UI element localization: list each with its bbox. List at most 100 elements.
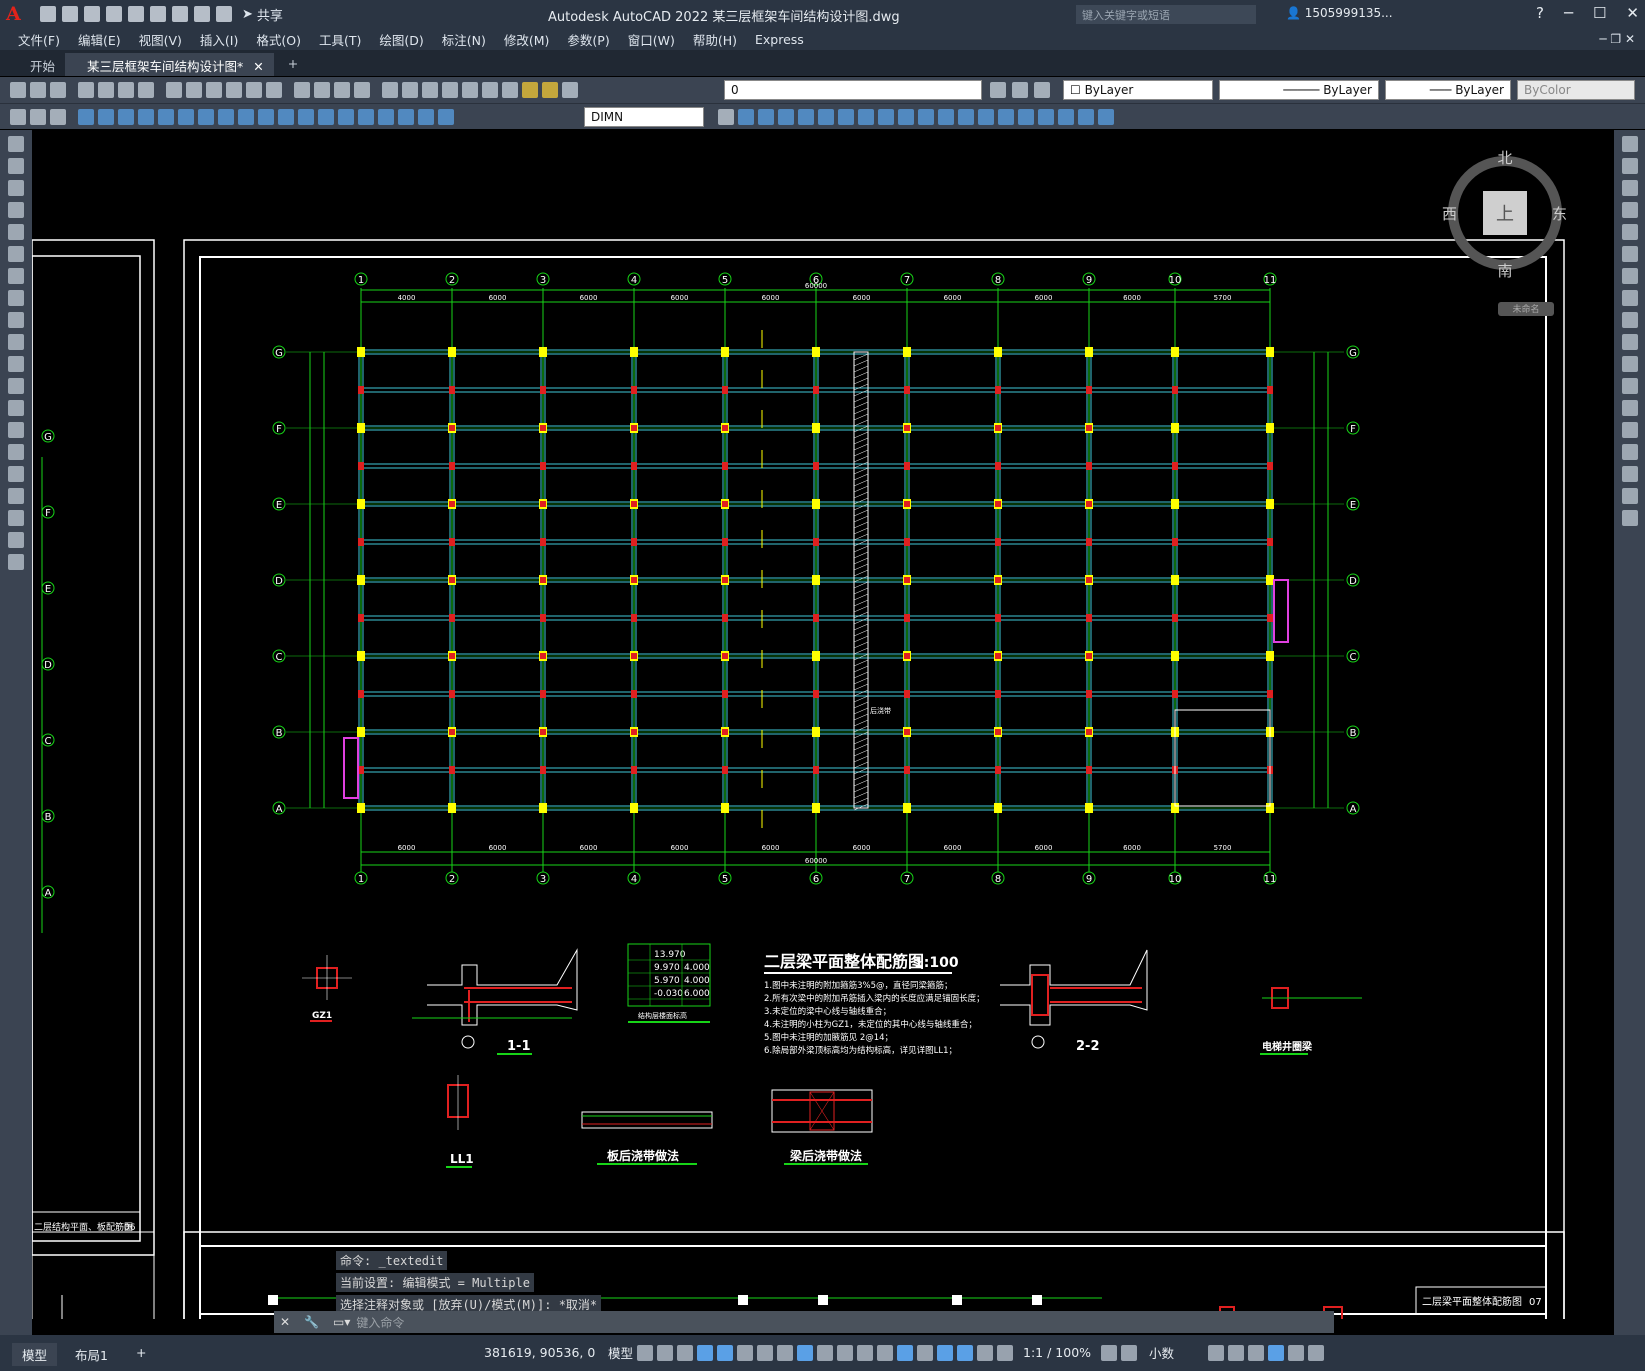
circle-icon[interactable] [8, 268, 24, 284]
customize-status-icon[interactable] [1308, 1344, 1325, 1361]
dim-update-icon[interactable] [718, 108, 734, 125]
command-input[interactable]: ✕ 🔧 ▭▾ 键入命令 [274, 1311, 1334, 1333]
clean-screen-icon[interactable] [1288, 1344, 1305, 1361]
preview-icon[interactable] [98, 82, 114, 98]
dim-continue-icon[interactable] [278, 108, 294, 125]
ellipse-icon[interactable] [8, 334, 24, 350]
gradient-icon[interactable] [8, 466, 24, 482]
modify-join-icon[interactable] [978, 108, 994, 125]
dynamic-ucs-icon[interactable] [897, 1344, 914, 1361]
save-as-icon[interactable] [106, 6, 122, 22]
trim-icon[interactable] [1621, 334, 1638, 350]
customize-icon[interactable]: 🔧 [304, 1315, 319, 1329]
autocad-logo-icon[interactable]: A [6, 3, 28, 25]
chamfer-icon[interactable] [1621, 444, 1638, 460]
annotation-visibility-icon[interactable] [957, 1344, 974, 1361]
modify-rotate-icon[interactable] [858, 108, 874, 125]
properties-icon[interactable] [382, 82, 398, 98]
modify-stretch-icon[interactable] [898, 108, 914, 125]
dim-diameter-icon[interactable] [198, 108, 214, 125]
mtext-icon[interactable] [8, 532, 24, 548]
lineweight-dropdown[interactable]: ─── ByLayer [1385, 80, 1511, 100]
drawing-canvas[interactable]: 二层结构平面、板配筋图 06 GFEDCBA 二层梁平面整体配筋图 07 112… [31, 130, 1614, 1351]
close-tab-icon[interactable]: ✕ [253, 59, 263, 74]
viewcube-east[interactable]: 东 [1552, 205, 1567, 223]
modify-break-icon[interactable] [958, 108, 974, 125]
open-icon[interactable] [30, 82, 46, 98]
scale-icon[interactable] [1621, 290, 1638, 306]
dim-angular-icon[interactable] [218, 108, 234, 125]
open-icon[interactable] [62, 6, 78, 22]
undo-icon[interactable] [194, 6, 210, 22]
dim-ordinate-icon[interactable] [138, 108, 154, 125]
layer-prev-icon[interactable] [1034, 82, 1050, 98]
modify-chamfer-icon[interactable] [998, 108, 1014, 125]
mirror-icon[interactable] [1621, 180, 1638, 196]
add-selected-icon[interactable] [8, 554, 24, 570]
dim-break-icon[interactable] [318, 108, 334, 125]
arc-icon[interactable] [8, 246, 24, 262]
calc-icon[interactable] [482, 82, 498, 98]
tab-start[interactable]: 开始 [0, 53, 65, 76]
layer-prop-icon[interactable] [990, 82, 1006, 98]
inspection-icon[interactable] [378, 108, 394, 125]
modify-spline-icon[interactable] [1078, 108, 1094, 125]
menu-item[interactable]: 文件(F) [18, 30, 60, 49]
make-block-icon[interactable] [8, 400, 24, 416]
wcs-menu[interactable]: 未命名 [1498, 302, 1554, 316]
selection-filter-icon[interactable] [917, 1344, 934, 1361]
plotstyle-dropdown[interactable]: ByColor [1517, 80, 1635, 100]
erase-icon[interactable] [1621, 136, 1638, 152]
pan-icon[interactable] [294, 82, 310, 98]
modify-offset-icon[interactable] [798, 108, 814, 125]
layer-bulb-icon[interactable] [522, 82, 538, 98]
tab-model[interactable]: 模型 [12, 1343, 58, 1366]
open-web-icon[interactable] [128, 6, 144, 22]
insert-block-icon[interactable] [8, 378, 24, 394]
modify-trim-icon[interactable] [918, 108, 934, 125]
3dosnap-icon[interactable] [877, 1344, 894, 1361]
new-icon[interactable] [40, 6, 56, 22]
undo-icon[interactable] [246, 82, 262, 98]
save-web-icon[interactable] [150, 6, 166, 22]
copy-icon[interactable] [186, 82, 202, 98]
modify-explode-icon[interactable] [1038, 108, 1054, 125]
quick-properties-icon[interactable] [1208, 1344, 1225, 1361]
menu-item[interactable]: 视图(V) [139, 30, 182, 49]
xline-icon[interactable] [8, 158, 24, 174]
lock-ui-icon[interactable] [1228, 1344, 1245, 1361]
dim-linear-icon[interactable] [78, 108, 94, 125]
osnap-icon[interactable] [797, 1344, 814, 1361]
center-mark-icon[interactable] [358, 108, 374, 125]
tolerance-icon[interactable] [338, 108, 354, 125]
offset-icon[interactable] [1621, 202, 1638, 218]
annotation-scale[interactable]: 1:1 / 100% [1023, 1345, 1091, 1360]
fillet-icon[interactable] [1621, 466, 1638, 482]
table-icon[interactable] [8, 510, 24, 526]
close-command-icon[interactable]: ✕ [280, 1315, 290, 1329]
hatch-icon[interactable] [8, 444, 24, 460]
modify-hatch-icon[interactable] [1098, 108, 1114, 125]
menu-item[interactable]: 格式(O) [256, 30, 301, 49]
design-center-icon[interactable] [402, 82, 418, 98]
viewcube[interactable]: 上 北 南 东 西 [1440, 148, 1570, 278]
move-icon[interactable] [1621, 246, 1638, 262]
redo-icon[interactable] [216, 6, 232, 22]
cut-icon[interactable] [166, 82, 182, 98]
layer-sun-icon[interactable] [542, 82, 558, 98]
workspace-gear-icon[interactable] [1101, 1344, 1118, 1361]
publish-icon[interactable] [118, 82, 134, 98]
minimize-icon[interactable]: ─ [1564, 4, 1573, 22]
menu-item[interactable]: 标注(N) [442, 30, 486, 49]
menu-item[interactable]: Express [755, 32, 804, 47]
save-icon[interactable] [84, 6, 100, 22]
annotation-monitor-icon[interactable] [1121, 1344, 1138, 1361]
maximize-icon[interactable]: ☐ [1593, 4, 1606, 22]
array-icon[interactable] [1621, 224, 1638, 240]
menu-item[interactable]: 插入(I) [200, 30, 238, 49]
modify-scale-icon[interactable] [878, 108, 894, 125]
dim-text-edit-icon[interactable] [438, 108, 454, 125]
close-icon[interactable]: ✕ [1626, 4, 1639, 22]
modify-extend-icon[interactable] [938, 108, 954, 125]
rectangle-icon[interactable] [8, 224, 24, 240]
